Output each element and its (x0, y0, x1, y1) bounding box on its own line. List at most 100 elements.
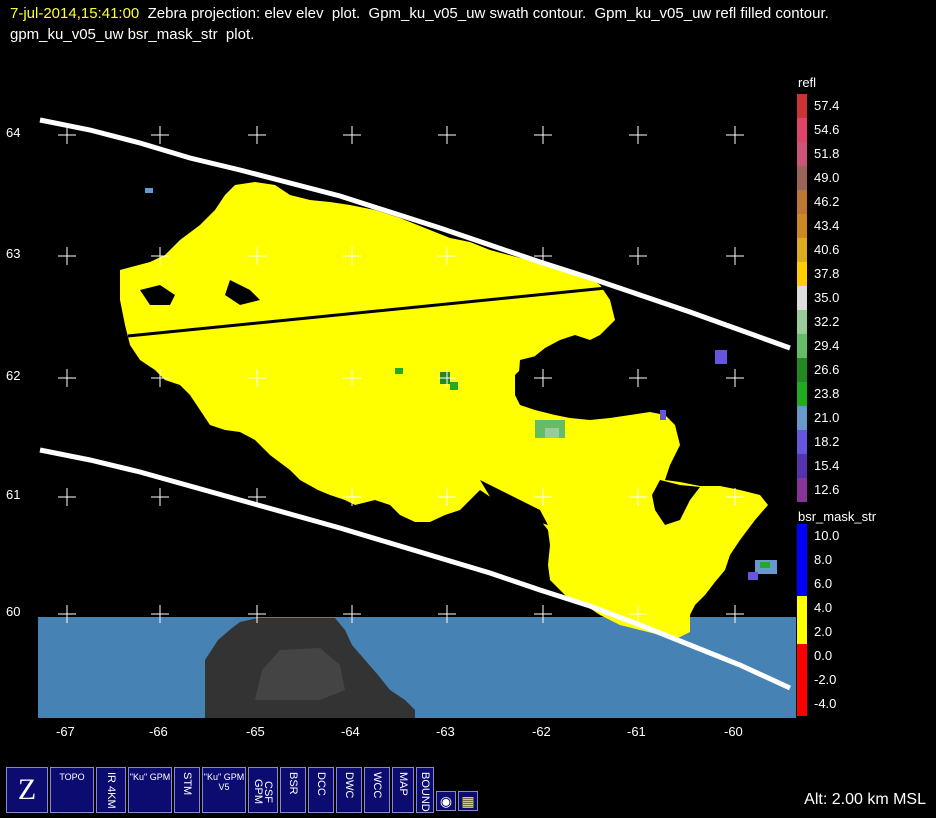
colorbar-entry: 32.2 (796, 310, 936, 334)
ku-gpm-button-label: "Ku" GPM (129, 772, 171, 782)
colorbar-label: 6.0 (814, 576, 833, 591)
colorbar-label: 0.0 (814, 648, 833, 663)
colorbar-entry: 4.0 (796, 596, 936, 620)
colorbar-swatch (797, 190, 807, 214)
colorbar-entry: 8.0 (796, 548, 936, 572)
colorbar-label: 37.8 (814, 266, 840, 281)
x-tick-label: -65 (246, 724, 265, 739)
grid-glyph: ▦ (461, 793, 475, 809)
colorbar-entry: 57.4 (796, 94, 936, 118)
colorbar-entry: 35.0 (796, 286, 936, 310)
colorbar-label: 35.0 (814, 290, 840, 305)
colorbar-label: 49.0 (814, 170, 840, 185)
bounds-button[interactable]: BOUNDS (416, 767, 434, 813)
colorbar-label: 21.0 (814, 410, 840, 425)
stm-button[interactable]: STM (174, 767, 200, 813)
colorbar-swatch (797, 262, 807, 286)
wcc-button[interactable]: WCC (364, 767, 390, 813)
stm-button-label: STM (181, 772, 193, 796)
colorbar-label: 2.0 (814, 624, 833, 639)
colorbar-swatch (797, 430, 807, 454)
bsr-button-label: BSR (287, 772, 299, 795)
target-icon[interactable]: ◉ (436, 791, 456, 811)
colorbar-entry: 46.2 (796, 190, 936, 214)
colorbar-swatch (797, 572, 807, 596)
colorbar-entry: 12.6 (796, 478, 936, 502)
dcc-button[interactable]: DCC (308, 767, 334, 813)
colorbar-label: 26.6 (814, 362, 840, 377)
colorbar-entry: 21.0 (796, 406, 936, 430)
map-button-label: MAP (397, 772, 409, 796)
colorbar-entry: 0.0 (796, 644, 936, 668)
colorbar-swatch (797, 596, 807, 620)
colorbar-swatch (797, 118, 807, 142)
y-tick-label: 60 (6, 604, 21, 619)
x-tick-label: -64 (341, 724, 360, 739)
colorbar-label: 18.2 (814, 434, 840, 449)
dwc-button[interactable]: DWC (336, 767, 362, 813)
y-tick-label: 61 (6, 487, 21, 502)
colorbar-swatch (797, 548, 807, 572)
colorbar-swatch (797, 214, 807, 238)
colorbar-label: 12.6 (814, 482, 840, 497)
colorbar-swatch (797, 382, 807, 406)
colorbar-label: -4.0 (814, 696, 837, 711)
csf-gpm-button-label: CSF GPM (252, 779, 274, 805)
colorbar-label: 4.0 (814, 600, 833, 615)
csf-gpm-button[interactable]: CSF GPM (248, 767, 278, 813)
colorbar-swatch (797, 286, 807, 310)
y-tick-label: 62 (6, 368, 21, 383)
colorbar-swatch (797, 644, 807, 668)
ir-4km-button[interactable]: IR 4KM (96, 767, 126, 813)
colorbar-entry: 49.0 (796, 166, 936, 190)
x-tick-label: -66 (149, 724, 168, 739)
colorbar-label: 57.4 (814, 98, 840, 113)
x-tick-label: -63 (436, 724, 455, 739)
colorbar-label: 43.4 (814, 218, 840, 233)
colorbar-swatch (797, 334, 807, 358)
ir-4km-button-label: IR 4KM (105, 772, 117, 809)
topo-button-label: TOPO (59, 772, 85, 782)
colorbar-swatch (797, 358, 807, 382)
dwc-button-label: DWC (343, 772, 355, 799)
y-tick-label: 63 (6, 246, 21, 261)
x-tick-label: -67 (56, 724, 75, 739)
bsr-button[interactable]: BSR (280, 767, 306, 813)
grid-icon[interactable]: ▦ (458, 791, 478, 811)
colorbar-entry: -2.0 (796, 668, 936, 692)
colorbar-label: 46.2 (814, 194, 840, 209)
colorbar-swatch (797, 166, 807, 190)
x-tick-label: -61 (627, 724, 646, 739)
colorbar-swatch (797, 692, 807, 716)
colorbar-label: -2.0 (814, 672, 837, 687)
colorbar-label: 51.8 (814, 146, 840, 161)
colorbar-swatch (797, 310, 807, 334)
colorbar-entry: 54.6 (796, 118, 936, 142)
zebra-logo-button-label: Z (17, 773, 37, 806)
ku-gpm-button[interactable]: "Ku" GPM (128, 767, 172, 813)
colorbar-swatch (797, 620, 807, 644)
altitude-readout: Alt: 2.00 km MSL (804, 791, 926, 808)
colorbar-label: 40.6 (814, 242, 840, 257)
colorbar-swatch (797, 454, 807, 478)
map-button[interactable]: MAP (392, 767, 414, 813)
colorbar-label: 32.2 (814, 314, 840, 329)
colorbar-entry: 6.0 (796, 572, 936, 596)
zebra-logo-button[interactable]: Z (6, 767, 48, 813)
colorbar-entry: -4.0 (796, 692, 936, 716)
ku-gpm-v5-button-label: "Ku" GPM V5 (203, 772, 245, 792)
colorbar-label: 10.0 (814, 528, 840, 543)
colorbar-entry: 18.2 (796, 430, 936, 454)
y-tick-label: 64 (6, 125, 21, 140)
colorbar-entry: 2.0 (796, 620, 936, 644)
colorbar-entry: 23.8 (796, 382, 936, 406)
colorbar-label: 54.6 (814, 122, 840, 137)
colorbar-entry: 37.8 (796, 262, 936, 286)
colorbar-entry: 26.6 (796, 358, 936, 382)
colorbar-swatch (797, 478, 807, 502)
colorbar-mask-title: bsr_mask_str (798, 509, 877, 524)
ku-gpm-v5-button[interactable]: "Ku" GPM V5 (202, 767, 246, 813)
colorbar-entry: 10.0 (796, 524, 936, 548)
colorbar-swatch (797, 406, 807, 430)
topo-button[interactable]: TOPO (50, 767, 94, 813)
